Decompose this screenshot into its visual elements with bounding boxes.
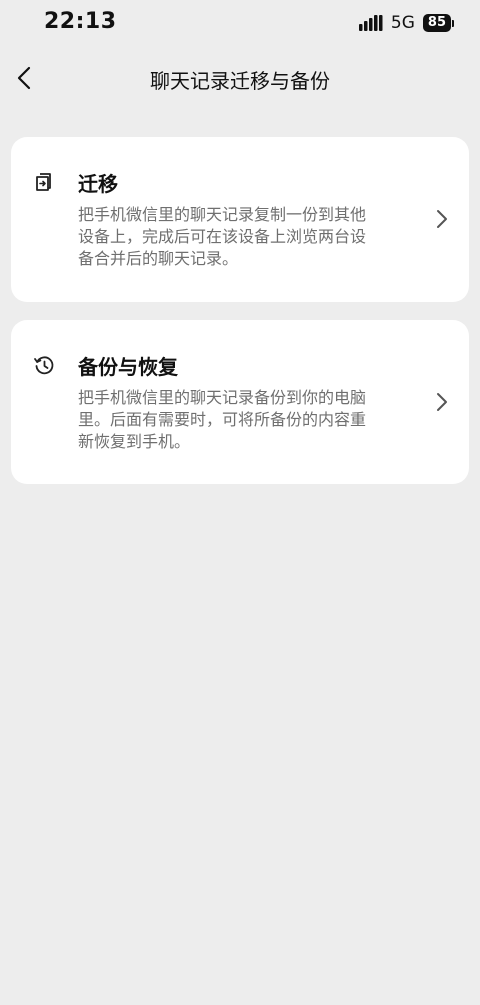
battery-icon: 85 <box>422 14 454 32</box>
nav-bar: 聊天记录迁移与备份 <box>0 52 480 106</box>
battery-level: 85 <box>422 14 451 32</box>
network-type: 5G <box>390 13 415 33</box>
status-time: 22:13 <box>44 9 117 34</box>
backup-restore-title: 备份与恢复 <box>78 355 178 379</box>
status-bar: 22:13 5G 85 <box>0 0 480 46</box>
chevron-right-icon <box>437 210 447 228</box>
battery-tip <box>452 19 454 27</box>
status-indicators: 5G 85 <box>358 13 454 33</box>
migrate-icon <box>33 171 55 193</box>
migrate-title: 迁移 <box>78 172 118 196</box>
backup-restore-card[interactable]: 备份与恢复 把手机微信里的聊天记录备份到你的电脑里。后面有需要时，可将所备份的内… <box>11 320 469 484</box>
page-title: 聊天记录迁移与备份 <box>150 69 330 93</box>
signal-icon <box>358 15 383 31</box>
chevron-right-icon <box>437 393 447 411</box>
backup-restore-description: 把手机微信里的聊天记录备份到你的电脑里。后面有需要时，可将所备份的内容重新恢复到… <box>78 388 367 451</box>
migrate-description: 把手机微信里的聊天记录复制一份到其他设备上，完成后可在该设备上浏览两台设备合并后… <box>78 205 367 268</box>
history-icon <box>33 354 55 376</box>
migrate-card[interactable]: 迁移 把手机微信里的聊天记录复制一份到其他设备上，完成后可在该设备上浏览两台设备… <box>11 137 469 302</box>
